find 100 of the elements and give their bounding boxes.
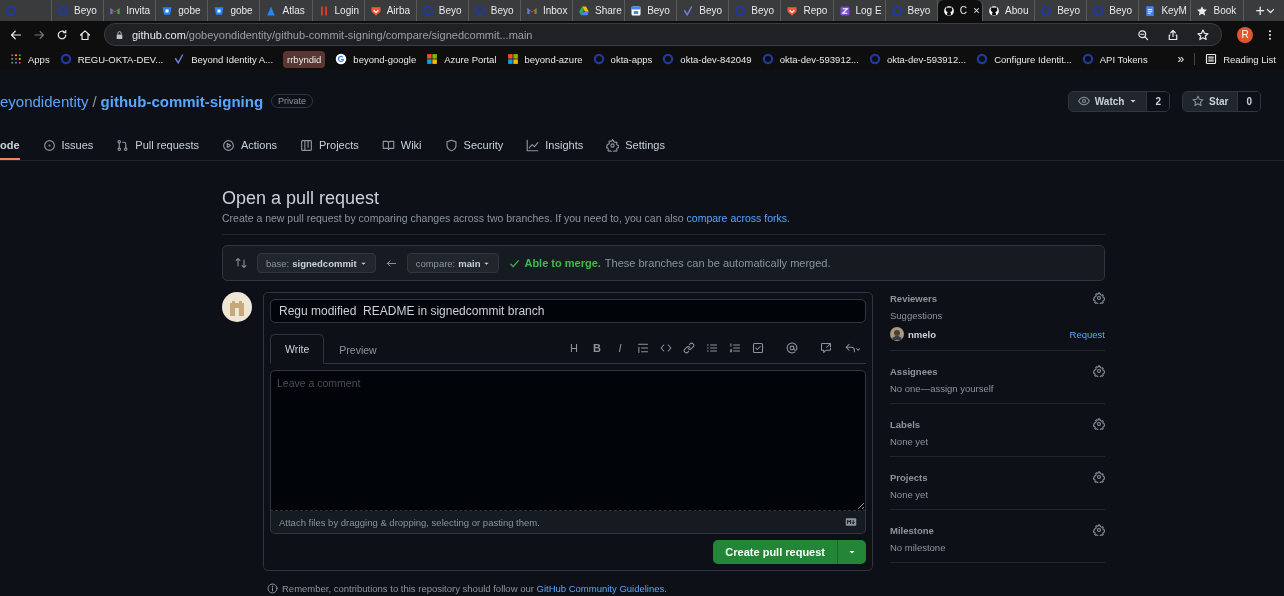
ring-icon — [57, 4, 70, 17]
star-icon — [1196, 4, 1209, 17]
owner-link[interactable]: eyondidentity — [0, 92, 89, 110]
nav-tab[interactable]: Actions — [221, 132, 278, 160]
back-icon[interactable] — [10, 28, 22, 41]
bookmark[interactable]: okta-dev-593912... — [761, 53, 859, 65]
nav-tab[interactable]: Security — [444, 132, 504, 160]
bookmark[interactable]: okta-dev-593912... — [868, 53, 967, 65]
zoom-icon[interactable] — [1137, 28, 1149, 41]
compare-branch-button[interactable]: compare: main — [406, 253, 500, 273]
attach-hint: Attach files by dragging & dropping, selecting or pasting them. — [279, 516, 540, 528]
profile-avatar[interactable]: R — [1237, 26, 1253, 43]
bookmark[interactable]: beyond-google — [335, 53, 417, 65]
more-bookmarks-button[interactable]: » — [1177, 52, 1185, 66]
bookmark[interactable]: rrbyndid — [283, 50, 326, 68]
bookmark[interactable]: REGU-OKTA-DEV... — [59, 53, 164, 65]
section-heading: Projects — [890, 471, 928, 483]
bold-button[interactable]: B — [591, 342, 603, 354]
cross-reference-icon[interactable] — [820, 342, 832, 354]
nav-tab[interactable]: ode — [0, 132, 20, 160]
italic-button[interactable]: I — [614, 342, 626, 354]
close-icon[interactable] — [971, 6, 981, 15]
repo-name-link[interactable]: github-commit-signing — [100, 92, 264, 110]
nav-tab[interactable]: Projects — [300, 132, 359, 160]
bucket-icon — [213, 4, 226, 17]
attach-bar[interactable]: Attach files by dragging & dropping, selecting or pasting them. — [270, 511, 866, 534]
forward-icon[interactable] — [33, 28, 45, 41]
quote-icon[interactable] — [637, 342, 649, 354]
markdown-icon — [845, 516, 857, 528]
bookmark[interactable]: Configure Identit... — [976, 53, 1072, 65]
section-heading: Milestone — [890, 524, 934, 536]
shield-icon — [444, 138, 458, 152]
editor-tab[interactable]: Write — [270, 334, 325, 364]
bookmark[interactable]: Azure Portal — [426, 53, 497, 65]
ring-icon — [734, 4, 747, 17]
bookmark[interactable]: API Tokens — [1081, 53, 1148, 65]
editor-tab[interactable]: Preview — [324, 334, 392, 364]
reply-icon[interactable] — [843, 342, 862, 354]
share-icon[interactable] — [1167, 28, 1179, 41]
watch-button[interactable]: Watch — [1068, 91, 1148, 111]
nav-tab[interactable]: Settings — [606, 132, 665, 160]
settings-icon[interactable] — [1093, 418, 1105, 430]
nav-tab[interactable]: Insights — [526, 132, 584, 160]
section-note: Suggestions — [890, 310, 944, 321]
settings-icon[interactable] — [1093, 471, 1105, 483]
bookmark-star-icon[interactable] — [1197, 28, 1209, 41]
caret-icon — [1129, 97, 1138, 105]
nav-tab[interactable]: Pull requests — [116, 132, 199, 160]
browser-tab[interactable]: C — [937, 0, 984, 21]
settings-icon[interactable] — [1093, 365, 1105, 377]
star-button[interactable]: Star — [1183, 91, 1239, 111]
ring-icon — [976, 53, 989, 65]
graph-icon — [526, 138, 540, 152]
create-pull-request-button[interactable]: Create pull request — [713, 540, 837, 564]
section-heading: Labels — [890, 418, 921, 430]
ring-icon — [421, 4, 434, 17]
nav-tab[interactable]: Issues — [42, 132, 94, 160]
page-title: Open a pull request — [222, 188, 381, 209]
reading-list-button[interactable]: Reading List — [1194, 53, 1276, 65]
shield-icon — [369, 4, 382, 17]
bookmark[interactable]: beyond-azure — [506, 53, 583, 65]
title-field[interactable]: Regu modified README in signedcommit branch — [270, 299, 866, 323]
reload-icon[interactable] — [56, 28, 68, 41]
compare-forks-link[interactable]: compare across forks — [686, 212, 787, 224]
avatar — [222, 292, 252, 322]
merge-note: These branches can be automatically merged. — [604, 257, 831, 269]
play-icon — [221, 138, 235, 152]
new-tab-button[interactable]: + — [1255, 2, 1265, 19]
heading-button[interactable]: H — [568, 342, 580, 354]
bookmark[interactable]: Apps — [10, 53, 50, 65]
bookmark[interactable]: okta-apps — [592, 53, 653, 65]
list-icon — [1205, 53, 1218, 65]
lock-icon — [115, 29, 124, 40]
home-icon[interactable] — [79, 28, 91, 41]
task-list-icon[interactable] — [752, 342, 764, 354]
shield-icon — [786, 4, 799, 17]
grid-icon — [10, 53, 22, 65]
squares-icon — [426, 53, 439, 65]
bookmark[interactable]: Beyond Identity A... — [173, 53, 274, 65]
nav-tab[interactable]: Wiki — [381, 132, 422, 160]
base-branch-button[interactable]: base: signedcommit — [257, 253, 376, 273]
compare-arrows-icon — [235, 257, 247, 269]
bookmark[interactable]: okta-dev-842049 — [662, 53, 752, 65]
ring-icon — [473, 4, 486, 17]
settings-icon[interactable] — [1093, 524, 1105, 536]
address-bar[interactable]: github.com/gobeyondidentity/github-commit-signing/compare/signedcommit...main — [104, 23, 1222, 46]
section-heading: Assignees — [890, 365, 938, 377]
google-icon — [335, 53, 348, 65]
bucket-icon — [161, 4, 174, 17]
code-icon[interactable] — [660, 342, 672, 354]
link-icon[interactable] — [683, 342, 695, 354]
request-link[interactable]: Request — [1069, 328, 1105, 340]
calendar-icon — [630, 4, 643, 17]
settings-icon[interactable] — [1093, 292, 1105, 304]
table-icon — [300, 138, 314, 152]
mention-icon[interactable] — [786, 342, 798, 354]
numbered-list-icon[interactable] — [729, 342, 741, 354]
book-icon — [381, 138, 395, 152]
comment-field[interactable]: Leave a comment — [270, 370, 866, 511]
star-icon — [1192, 95, 1204, 107]
